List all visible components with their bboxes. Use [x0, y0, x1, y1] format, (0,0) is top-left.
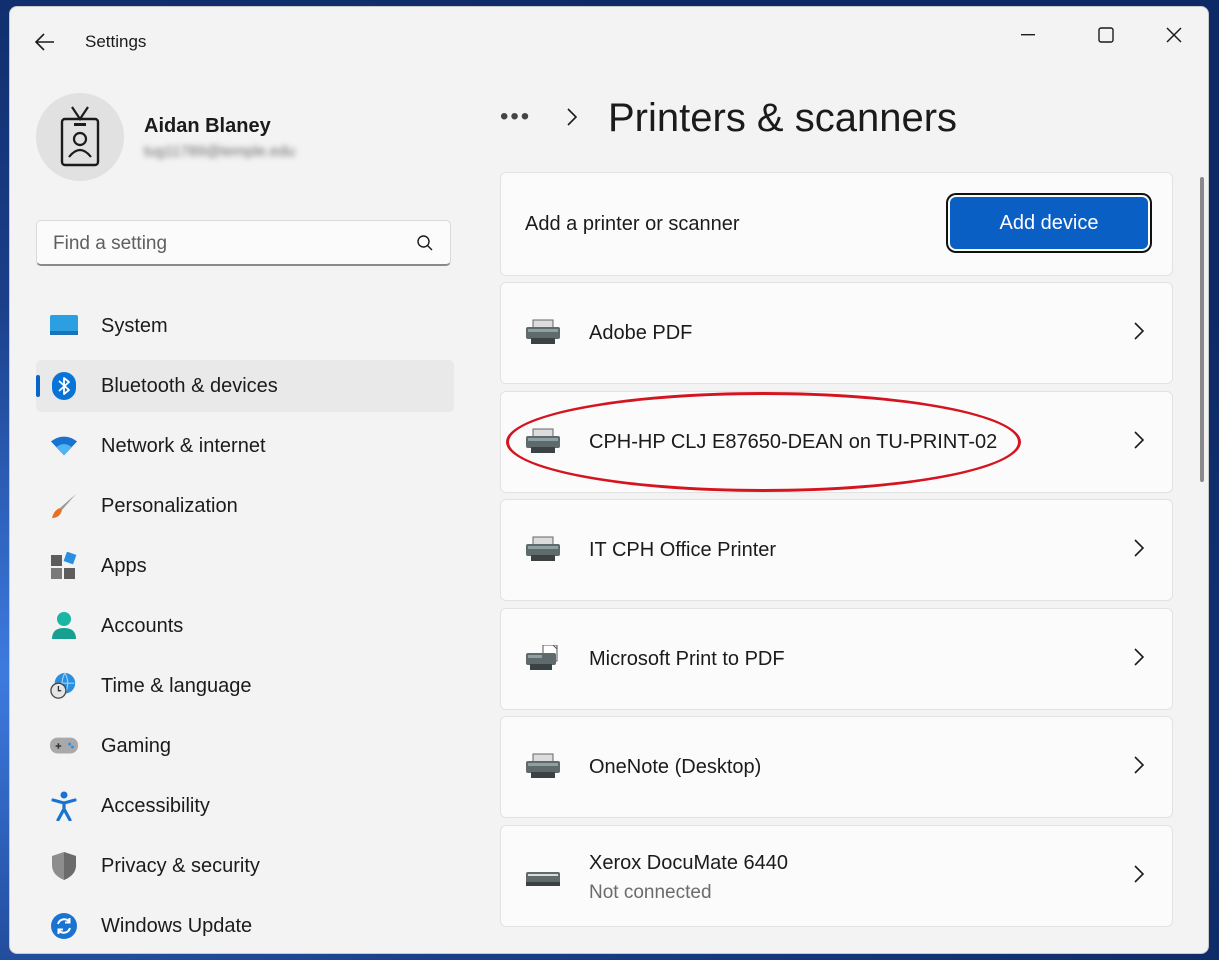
gamepad-icon: [50, 732, 78, 760]
settings-window: Settings Aidan Blaney tug11789@temple.ed…: [9, 6, 1209, 954]
maximize-icon: [1098, 27, 1114, 43]
scrollbar[interactable]: [1200, 177, 1204, 482]
sidebar-item-label: Bluetooth & devices: [101, 375, 278, 397]
badge-person-icon: [60, 106, 100, 167]
back-button[interactable]: [32, 29, 58, 55]
paintbrush-icon: [50, 492, 78, 520]
printer-icon: [526, 428, 560, 453]
add-printer-card: Add a printer or scanner Add device: [500, 172, 1173, 276]
sidebar-item-label: Personalization: [101, 495, 238, 517]
page-title: Printers & scanners: [608, 96, 958, 140]
active-indicator: [36, 375, 40, 397]
accessibility-icon: [50, 791, 78, 821]
close-button[interactable]: [1151, 17, 1197, 53]
wifi-icon: [50, 432, 78, 460]
printer-pdf-icon: [526, 645, 558, 670]
sidebar-item-accessibility[interactable]: Accessibility: [36, 780, 454, 832]
minimize-icon: [1021, 34, 1035, 36]
user-email: tug11789@temple.edu: [144, 143, 295, 160]
breadcrumb-more-button[interactable]: •••: [500, 95, 531, 139]
globe-clock-icon: [50, 672, 78, 700]
sidebar-item-network-internet[interactable]: Network & internet: [36, 420, 454, 472]
search-icon[interactable]: [416, 234, 434, 252]
printer-icon: [526, 753, 560, 778]
add-device-button[interactable]: Add device: [950, 197, 1148, 249]
printer-item[interactable]: CPH-HP CLJ E87650-DEAN on TU-PRINT-02: [500, 391, 1173, 493]
user-name: Aidan Blaney: [144, 115, 271, 137]
chevron-right-icon: [1134, 322, 1144, 340]
sidebar-item-label: Privacy & security: [101, 855, 260, 877]
add-printer-label: Add a printer or scanner: [525, 213, 740, 235]
update-icon: [50, 912, 78, 940]
back-arrow-icon: [35, 33, 54, 51]
title-bar: Settings: [10, 7, 1208, 77]
apps-icon: [50, 552, 78, 580]
sidebar-item-label: System: [101, 315, 168, 337]
sidebar-item-label: Windows Update: [101, 915, 253, 937]
printer-name: Microsoft Print to PDF: [589, 648, 785, 670]
printer-item[interactable]: Microsoft Print to PDF: [500, 608, 1173, 710]
chevron-right-icon: [1134, 431, 1144, 449]
chevron-right-icon: [1134, 539, 1144, 557]
maximize-button[interactable]: [1083, 17, 1129, 53]
sidebar-item-label: Accessibility: [101, 795, 210, 817]
printer-item[interactable]: OneNote (Desktop): [500, 716, 1173, 818]
sidebar-item-accounts[interactable]: Accounts: [36, 600, 454, 652]
printer-icon: [526, 319, 560, 344]
printer-name: OneNote (Desktop): [589, 756, 762, 778]
scanner-name: Xerox DocuMate 6440: [589, 852, 789, 874]
sidebar-nav: System Bluetooth & devices Network & int…: [36, 300, 454, 953]
sidebar-item-windows-update[interactable]: Windows Update: [36, 900, 454, 952]
printer-name: CPH-HP CLJ E87650-DEAN on TU-PRINT-02: [589, 431, 998, 453]
sidebar-item-label: Network & internet: [101, 435, 266, 457]
search-box[interactable]: [36, 220, 451, 266]
person-icon: [50, 612, 78, 640]
scanner-icon: [526, 872, 560, 886]
sidebar-item-gaming[interactable]: Gaming: [36, 720, 454, 772]
sidebar-item-label: Gaming: [101, 735, 172, 757]
app-title: Settings: [85, 32, 147, 51]
sidebar-item-label: Accounts: [101, 615, 184, 637]
printer-item[interactable]: IT CPH Office Printer: [500, 499, 1173, 601]
sidebar-item-bluetooth-devices[interactable]: Bluetooth & devices: [36, 360, 454, 412]
sidebar-item-label: Apps: [101, 555, 147, 577]
user-avatar[interactable]: [36, 93, 124, 181]
printer-name: Adobe PDF: [589, 322, 693, 344]
close-icon: [1166, 27, 1182, 43]
sidebar-item-privacy-security[interactable]: Privacy & security: [36, 840, 454, 892]
chevron-right-icon: [567, 108, 578, 126]
minimize-button[interactable]: [1005, 17, 1051, 53]
bluetooth-icon: [50, 372, 78, 400]
search-input[interactable]: [51, 229, 395, 259]
sidebar-item-personalization[interactable]: Personalization: [36, 480, 454, 532]
sidebar-item-apps[interactable]: Apps: [36, 540, 454, 592]
sidebar-item-time-language[interactable]: Time & language: [36, 660, 454, 712]
printer-item[interactable]: Adobe PDF: [500, 282, 1173, 384]
monitor-icon: [50, 312, 78, 340]
sidebar-item-label: Time & language: [101, 675, 252, 697]
chevron-right-icon: [1134, 865, 1144, 883]
scanner-status: Not connected: [589, 882, 712, 903]
chevron-right-icon: [1134, 756, 1144, 774]
printer-icon: [526, 536, 560, 561]
chevron-right-icon: [1134, 648, 1144, 666]
printer-name: IT CPH Office Printer: [589, 539, 777, 561]
sidebar-item-system[interactable]: System: [36, 300, 454, 352]
scanner-item[interactable]: Xerox DocuMate 6440 Not connected: [500, 825, 1173, 927]
shield-icon: [50, 852, 78, 880]
